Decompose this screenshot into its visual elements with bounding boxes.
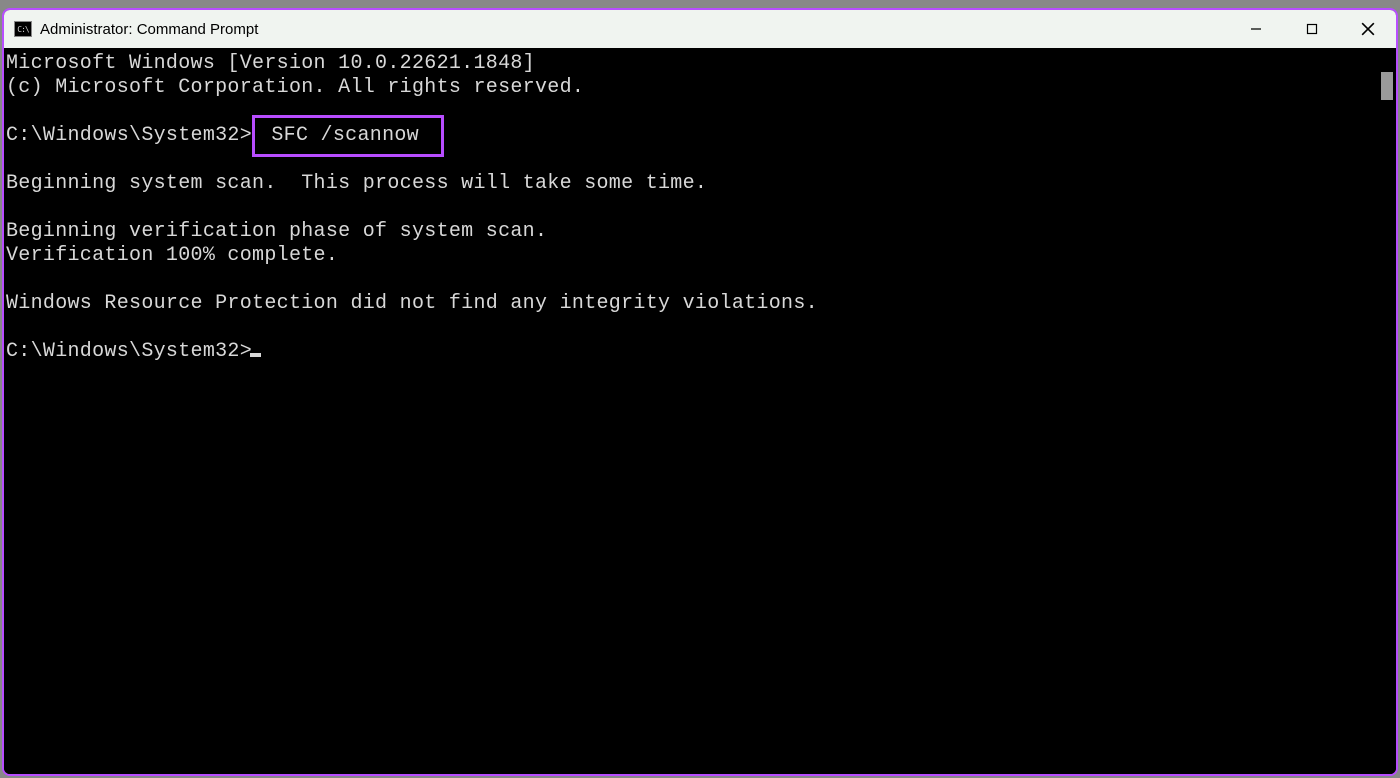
- titlebar[interactable]: C:\ Administrator: Command Prompt: [4, 10, 1396, 48]
- verify-begin-line: Beginning verification phase of system s…: [6, 220, 547, 243]
- command-prompt-window: C:\ Administrator: Command Prompt Micros…: [2, 8, 1398, 776]
- cmd-icon: C:\: [14, 21, 32, 37]
- copyright-line: (c) Microsoft Corporation. All rights re…: [6, 76, 584, 99]
- command-text: SFC /scannow: [259, 124, 431, 147]
- scrollbar-thumb[interactable]: [1381, 72, 1393, 100]
- terminal-area: Microsoft Windows [Version 10.0.22621.18…: [4, 48, 1396, 774]
- highlighted-command: SFC /scannow: [252, 115, 444, 157]
- scrollbar-track[interactable]: [1378, 48, 1396, 774]
- result-line: Windows Resource Protection did not find…: [6, 292, 818, 315]
- version-line: Microsoft Windows [Version 10.0.22621.18…: [6, 52, 535, 75]
- minimize-button[interactable]: [1228, 10, 1284, 48]
- terminal-output[interactable]: Microsoft Windows [Version 10.0.22621.18…: [4, 48, 1378, 774]
- window-controls: [1228, 10, 1396, 48]
- verify-done-line: Verification 100% complete.: [6, 244, 338, 267]
- prompt-path-2: C:\Windows\System32>: [6, 340, 252, 363]
- scan-begin-line: Beginning system scan. This process will…: [6, 172, 707, 195]
- prompt-path: C:\Windows\System32>: [6, 124, 252, 147]
- maximize-button[interactable]: [1284, 10, 1340, 48]
- cursor: [250, 353, 261, 357]
- close-button[interactable]: [1340, 10, 1396, 48]
- window-title: Administrator: Command Prompt: [40, 21, 1228, 38]
